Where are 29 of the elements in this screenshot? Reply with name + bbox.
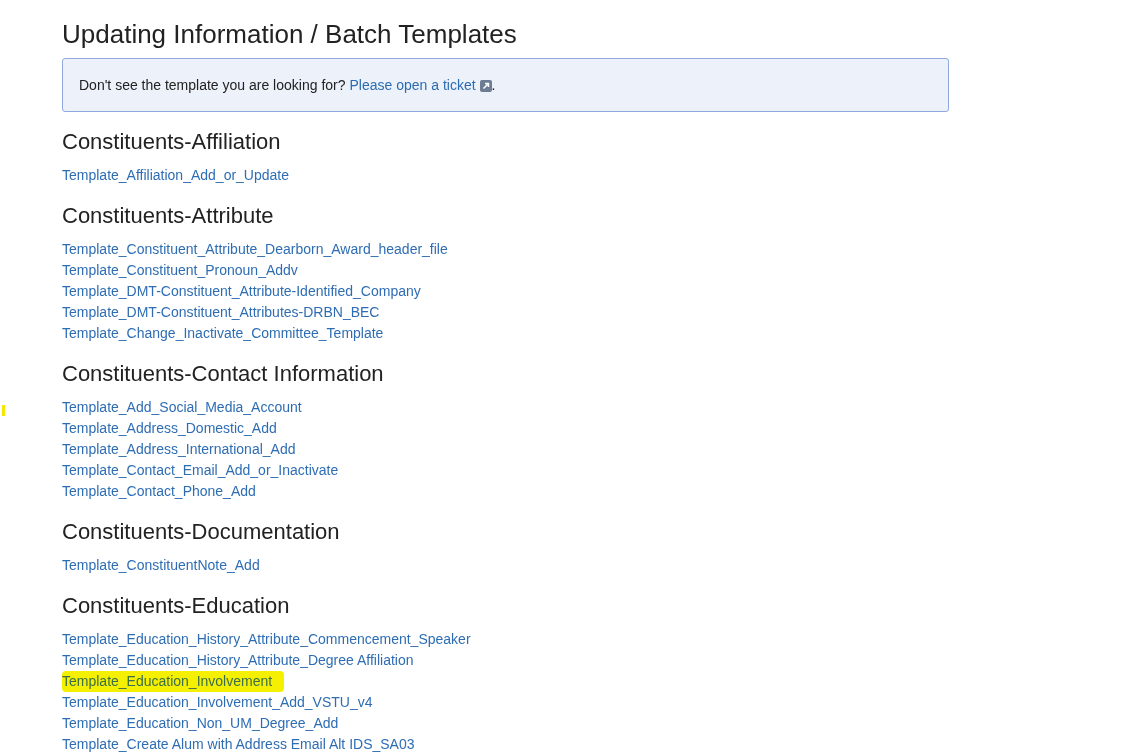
template-link[interactable]: Template_Education_History_Attribute_Degree Affiliation xyxy=(62,650,414,671)
template-link[interactable]: Template_Add_Social_Media_Account xyxy=(62,397,302,418)
notice-period: . xyxy=(491,77,496,93)
section-heading: Constituents-Documentation xyxy=(62,518,341,546)
section-heading: Constituents-Attribute xyxy=(62,202,275,230)
template-link[interactable]: Template_Education_History_Attribute_Commencement_Speaker xyxy=(62,629,471,650)
ticket-link[interactable]: Please open a ticket xyxy=(349,77,476,93)
template-link[interactable]: Template_Contact_Phone_Add xyxy=(62,481,256,502)
template-link[interactable]: Template_Address_Domestic_Add xyxy=(62,418,277,439)
template-link[interactable]: Template_Change_Inactivate_Committee_Template xyxy=(62,323,384,344)
section-heading: Constituents-Contact Information xyxy=(62,360,385,388)
template-link[interactable]: Template_Affiliation_Add_or_Update xyxy=(62,165,289,186)
template-link[interactable]: Template_Education_Involvement_Add_VSTU_v4 xyxy=(62,692,373,713)
highlighter-mark xyxy=(2,405,5,416)
template-link[interactable]: Template_Address_International_Add xyxy=(62,439,296,460)
template-link[interactable]: Template_DMT-Constituent_Attribute-Identified_Company xyxy=(62,281,421,302)
template-link[interactable]: Template_Constituent_Attribute_Dearborn_Award_header_file xyxy=(62,239,448,260)
external-link-icon xyxy=(479,80,492,92)
section-heading: Constituents-Education xyxy=(62,592,291,620)
notice-text: Don't see the template you are looking for? xyxy=(79,77,346,93)
template-link[interactable]: Template_ConstituentNote_Add xyxy=(62,555,260,576)
template-link[interactable]: Template_DMT-Constituent_Attributes-DRBN_BEC xyxy=(62,302,380,323)
template-link[interactable]: Template_Education_Non_UM_Degree_Add xyxy=(62,713,339,734)
template-link[interactable]: Template_Education_Involvement xyxy=(62,671,285,692)
template-link[interactable]: Template_Create Alum with Address Email Alt IDS_SA03 xyxy=(62,734,415,752)
page-title: Updating Information / Batch Templates xyxy=(62,18,518,50)
section-heading: Constituents-Affiliation xyxy=(62,128,282,156)
template-link[interactable]: Template_Contact_Email_Add_or_Inactivate xyxy=(62,460,339,481)
template-link[interactable]: Template_Constituent_Pronoun_Addv xyxy=(62,260,298,281)
